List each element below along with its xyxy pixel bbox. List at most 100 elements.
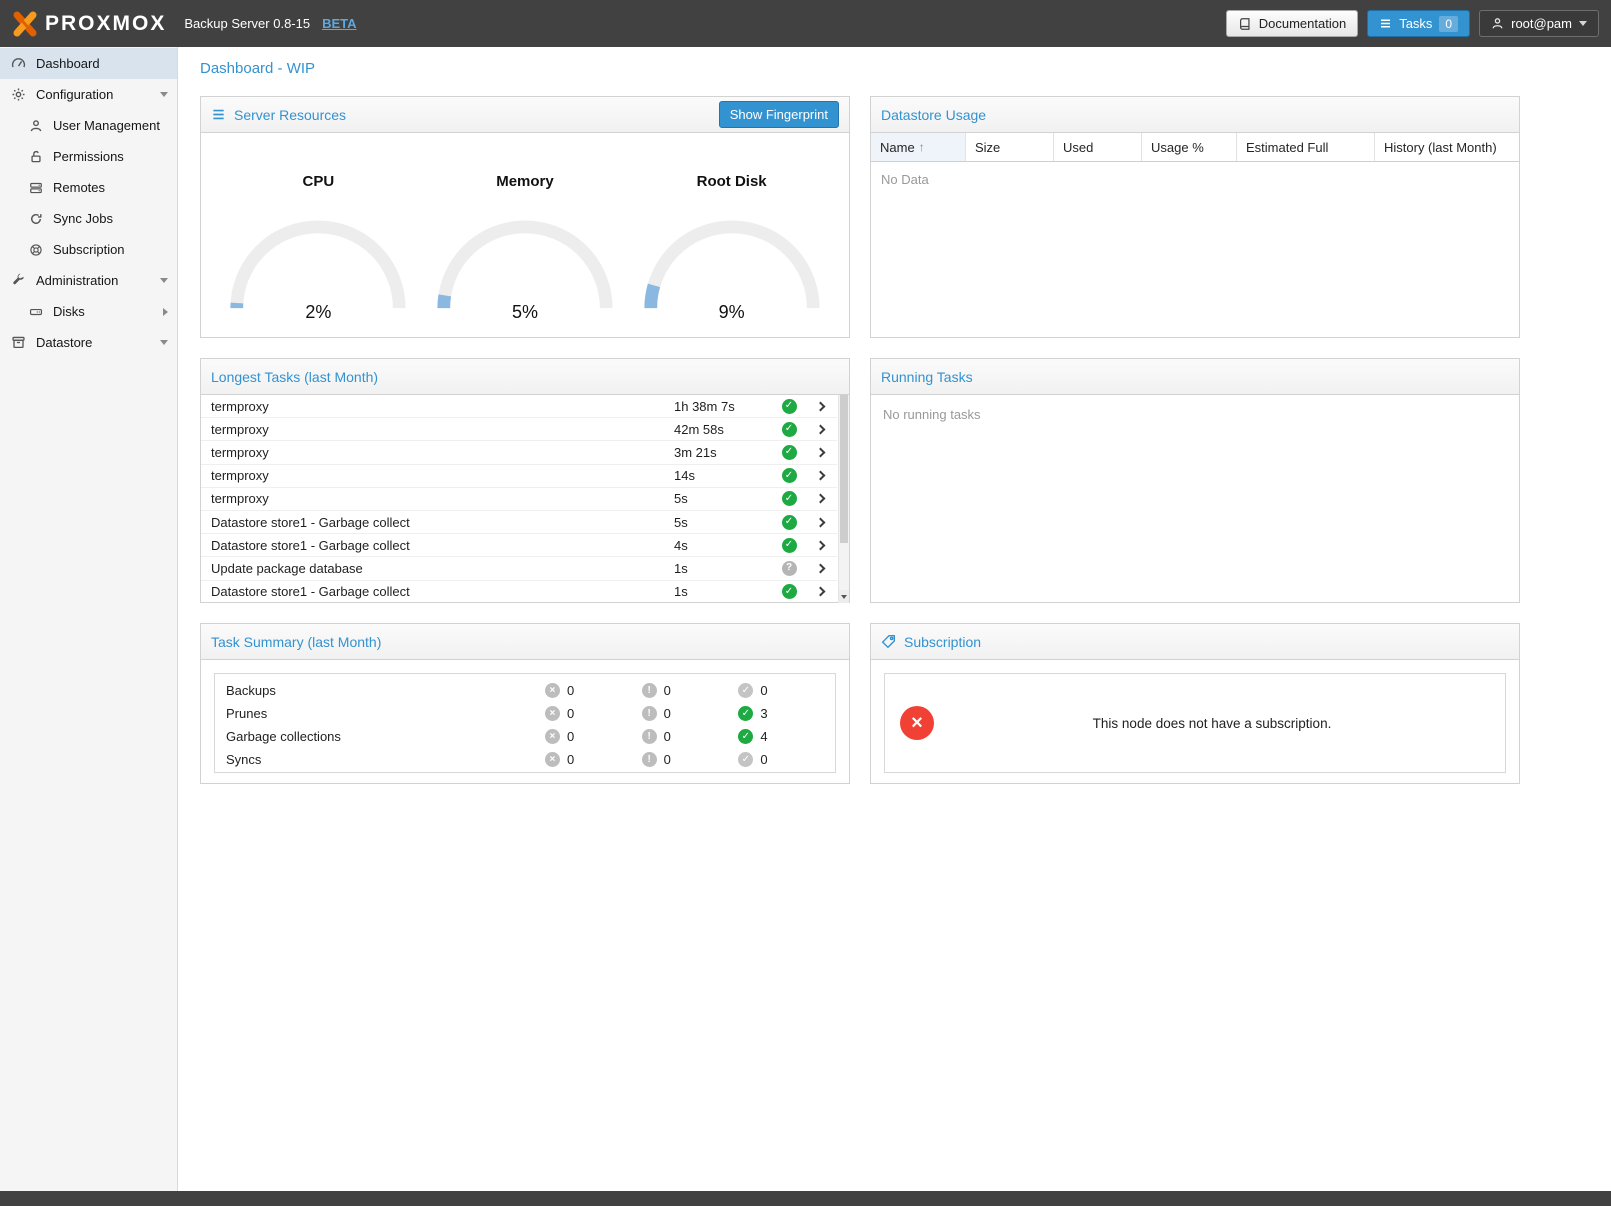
- scrollbar-thumb[interactable]: [840, 395, 848, 543]
- tachometer-icon: [10, 56, 27, 71]
- documentation-button[interactable]: Documentation: [1226, 10, 1358, 37]
- column-header-size[interactable]: Size: [966, 133, 1054, 161]
- task-row[interactable]: Datastore store1 - Garbage collect 5s ✓: [201, 511, 837, 534]
- task-row[interactable]: termproxy 1h 38m 7s ✓: [201, 395, 837, 418]
- documentation-label: Documentation: [1259, 16, 1346, 31]
- task-duration: 5s: [674, 515, 771, 530]
- chevron-right-icon[interactable]: [816, 540, 826, 550]
- summary-row: Garbage collections ×0 !0 ✓4: [215, 725, 835, 748]
- chevron-right-icon[interactable]: [816, 424, 826, 434]
- summary-label: Syncs: [226, 752, 545, 767]
- task-row[interactable]: Datastore store1 - Garbage collect 1s ✓: [201, 581, 837, 604]
- top-bar: PROXMOX Backup Server 0.8-15 BETA Docume…: [0, 0, 1611, 47]
- error-count-icon: ×: [545, 729, 560, 744]
- scroll-down-icon[interactable]: [839, 590, 849, 603]
- column-label: Estimated Full: [1246, 140, 1328, 155]
- sidebar-item-configuration[interactable]: Configuration: [0, 79, 177, 110]
- server-resources-icon: [211, 107, 226, 122]
- datastore-usage-header: Datastore Usage: [871, 97, 1519, 133]
- proxmox-x-icon: [12, 11, 38, 37]
- task-row[interactable]: termproxy 14s ✓: [201, 465, 837, 488]
- column-header-history[interactable]: History (last Month): [1375, 133, 1519, 161]
- empty-table-message: No Data: [871, 162, 1519, 197]
- task-row[interactable]: Update package database 1s ?: [201, 557, 837, 580]
- warning-count: 0: [664, 729, 671, 744]
- gauge-arc: [432, 218, 618, 312]
- panel-title: Task Summary (last Month): [211, 634, 381, 650]
- sidebar-item-disks[interactable]: Disks: [0, 296, 177, 327]
- gauge-label: Memory: [426, 173, 624, 190]
- ok-count-icon: ✓: [738, 752, 753, 767]
- column-header-usage[interactable]: Usage %: [1142, 133, 1237, 161]
- sort-ascending-icon: ↑: [919, 140, 925, 154]
- status-ok-icon: ✓: [782, 538, 797, 553]
- chevron-right-icon[interactable]: [816, 494, 826, 504]
- wrench-icon: [10, 273, 27, 288]
- sidebar-item-label: Disks: [53, 304, 154, 319]
- chevron-down-icon: [1579, 21, 1587, 26]
- error-count: 0: [567, 706, 574, 721]
- cpu-gauge: CPU 2%: [219, 173, 417, 323]
- task-name: termproxy: [211, 422, 674, 437]
- chevron-right-icon[interactable]: [816, 448, 826, 458]
- column-header-estimated-full[interactable]: Estimated Full: [1237, 133, 1375, 161]
- task-row[interactable]: termproxy 5s ✓: [201, 488, 837, 511]
- sidebar-item-administration[interactable]: Administration: [0, 265, 177, 296]
- gauge-value: 2%: [219, 302, 417, 323]
- beta-link[interactable]: BETA: [322, 16, 356, 31]
- ok-count: 3: [760, 706, 767, 721]
- left-column: Server Resources Show Fingerprint CPU 2%…: [200, 96, 850, 784]
- sidebar-item-subscription[interactable]: Subscription: [0, 234, 177, 265]
- tasks-button[interactable]: Tasks 0: [1367, 10, 1470, 37]
- sidebar-item-remotes[interactable]: Remotes: [0, 172, 177, 203]
- task-name: termproxy: [211, 399, 674, 414]
- user-icon: [27, 119, 44, 133]
- chevron-down-icon: [160, 92, 168, 97]
- error-count-icon: ×: [545, 752, 560, 767]
- chevron-right-icon[interactable]: [816, 587, 826, 597]
- gauge-arc: [225, 218, 411, 312]
- status-ok-icon: ✓: [782, 399, 797, 414]
- column-header-name[interactable]: Name ↑: [871, 133, 966, 161]
- sidebar-item-label: Permissions: [53, 149, 168, 164]
- sidebar-item-permissions[interactable]: Permissions: [0, 141, 177, 172]
- sidebar-item-sync-jobs[interactable]: Sync Jobs: [0, 203, 177, 234]
- task-rows: termproxy 1h 38m 7s ✓ termproxy 42m 58s …: [201, 395, 837, 603]
- task-name: termproxy: [211, 445, 674, 460]
- no-subscription-icon: ×: [900, 706, 934, 740]
- topbar-actions: Documentation Tasks 0 root@pam: [1226, 10, 1599, 37]
- sidebar-item-user-management[interactable]: User Management: [0, 110, 177, 141]
- hdd-icon: [27, 305, 44, 319]
- task-duration: 4s: [674, 538, 771, 553]
- warning-count: 0: [664, 683, 671, 698]
- sidebar: Dashboard Configuration User Management …: [0, 47, 178, 1191]
- task-name: Update package database: [211, 561, 674, 576]
- chevron-right-icon[interactable]: [816, 401, 826, 411]
- chevron-right-icon[interactable]: [816, 517, 826, 527]
- task-row[interactable]: termproxy 3m 21s ✓: [201, 441, 837, 464]
- sidebar-item-datastore[interactable]: Datastore: [0, 327, 177, 358]
- chevron-right-icon[interactable]: [816, 563, 826, 573]
- show-fingerprint-button[interactable]: Show Fingerprint: [719, 101, 839, 128]
- summary-label: Garbage collections: [226, 729, 545, 744]
- scrollbar[interactable]: [838, 395, 849, 603]
- column-header-used[interactable]: Used: [1054, 133, 1142, 161]
- status-ok-icon: ✓: [782, 515, 797, 530]
- user-menu-button[interactable]: root@pam: [1479, 10, 1599, 37]
- chevron-right-icon[interactable]: [816, 471, 826, 481]
- task-duration: 1s: [674, 584, 771, 599]
- server-resources-panel: Server Resources Show Fingerprint CPU 2%…: [200, 96, 850, 338]
- user-icon: [1491, 17, 1504, 30]
- panel-title: Datastore Usage: [881, 107, 986, 123]
- running-tasks-header: Running Tasks: [871, 359, 1519, 395]
- task-row[interactable]: Datastore store1 - Garbage collect 4s ✓: [201, 534, 837, 557]
- status-ok-icon: ✓: [782, 422, 797, 437]
- task-row[interactable]: termproxy 42m 58s ✓: [201, 418, 837, 441]
- sidebar-item-label: Datastore: [36, 335, 151, 350]
- error-count-icon: ×: [545, 706, 560, 721]
- ok-count-icon: ✓: [738, 729, 753, 744]
- panel-title: Server Resources: [234, 107, 346, 123]
- subscription-panel: Subscription × This node does not have a…: [870, 623, 1520, 784]
- sidebar-item-dashboard[interactable]: Dashboard: [0, 48, 177, 79]
- gauge-value: 5%: [426, 302, 624, 323]
